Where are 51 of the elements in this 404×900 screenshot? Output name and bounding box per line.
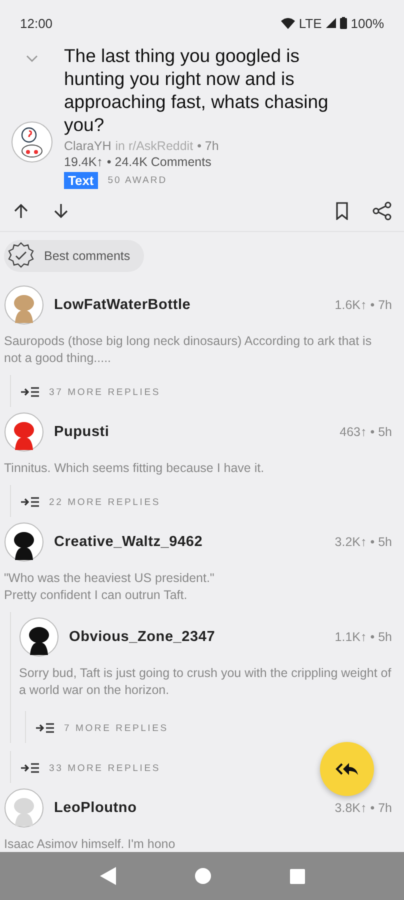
username[interactable]: LowFatWaterBottle: [54, 297, 191, 313]
comment-text: Sauropods (those big long neck dinosaurs) According to ark that is not a good thing.....: [4, 333, 373, 367]
clock: 12:00: [20, 16, 53, 30]
sort-button[interactable]: Best comments: [4, 240, 144, 272]
share-icon[interactable]: [372, 201, 392, 221]
network-label: LTE: [298, 16, 322, 30]
battery-icon: [340, 17, 347, 29]
score-and-age: 1.6K↑ • 7h: [334, 298, 392, 312]
upvote-icon[interactable]: [12, 202, 30, 220]
username[interactable]: Obvious_Zone_2347: [69, 629, 216, 645]
back-icon[interactable]: [100, 867, 116, 885]
comment-count: • 24.4K Comments: [106, 155, 212, 169]
recents-icon[interactable]: [290, 868, 304, 884]
more-replies-link[interactable]: 37 MORE REPLIES: [21, 386, 160, 398]
flair-tag: Text: [64, 172, 98, 189]
score-and-age: 3.2K↑ • 5h: [334, 535, 392, 549]
expand-replies-icon: [21, 387, 39, 397]
more-replies-link[interactable]: 7 MORE REPLIES: [36, 722, 168, 734]
score-and-age: 463↑ • 5h: [340, 425, 392, 439]
avatar-icon: [4, 788, 44, 828]
award-count: 50 AWARD: [108, 175, 168, 186]
comment-text: "Who was the heaviest US president." Pretty confident I can outrun Taft.: [4, 570, 216, 604]
avatar-icon: [19, 617, 59, 657]
avatar-icon: [11, 121, 53, 163]
comment-text: Isaac Asimov himself. I'm hono: [4, 836, 176, 853]
battery-level: 100%: [350, 16, 384, 30]
reply-all-button[interactable]: [320, 742, 374, 796]
comment-text: Sorry bud, Taft is just going to crush you with the crippling weight of a world war on the horizon.: [19, 665, 392, 699]
wifi-icon: [280, 18, 295, 28]
username[interactable]: Creative_Waltz_9462: [54, 534, 203, 550]
avatar-icon: [4, 522, 44, 562]
post-title: The last thing you googled is hunting you right now and is approaching fast, whats chasing you?: [64, 44, 330, 136]
author-name[interactable]: ClaraYH: [64, 139, 112, 153]
score-and-age: 3.8K↑ • 7h: [334, 801, 392, 815]
username[interactable]: LeoPloutno: [54, 800, 137, 816]
expand-replies-icon: [21, 497, 39, 507]
post-score: 19.4K↑: [64, 155, 103, 169]
expand-replies-icon: [36, 723, 54, 733]
expand-replies-icon: [21, 763, 39, 773]
avatar-icon: [4, 285, 44, 325]
username[interactable]: Pupusti: [54, 424, 110, 440]
home-icon[interactable]: [194, 868, 210, 884]
more-replies-link[interactable]: 22 MORE REPLIES: [21, 496, 160, 508]
bookmark-icon[interactable]: [334, 202, 350, 220]
signal-icon: [326, 18, 336, 28]
comment-text: Tinnitus. Which seems fitting because I have it.: [4, 460, 266, 477]
more-replies-link[interactable]: 33 MORE REPLIES: [21, 762, 160, 774]
post-age: • 7h: [197, 139, 219, 153]
score-and-age: 1.1K↑ • 5h: [334, 630, 392, 644]
avatar-icon: [4, 412, 44, 452]
downvote-icon[interactable]: [52, 202, 70, 220]
